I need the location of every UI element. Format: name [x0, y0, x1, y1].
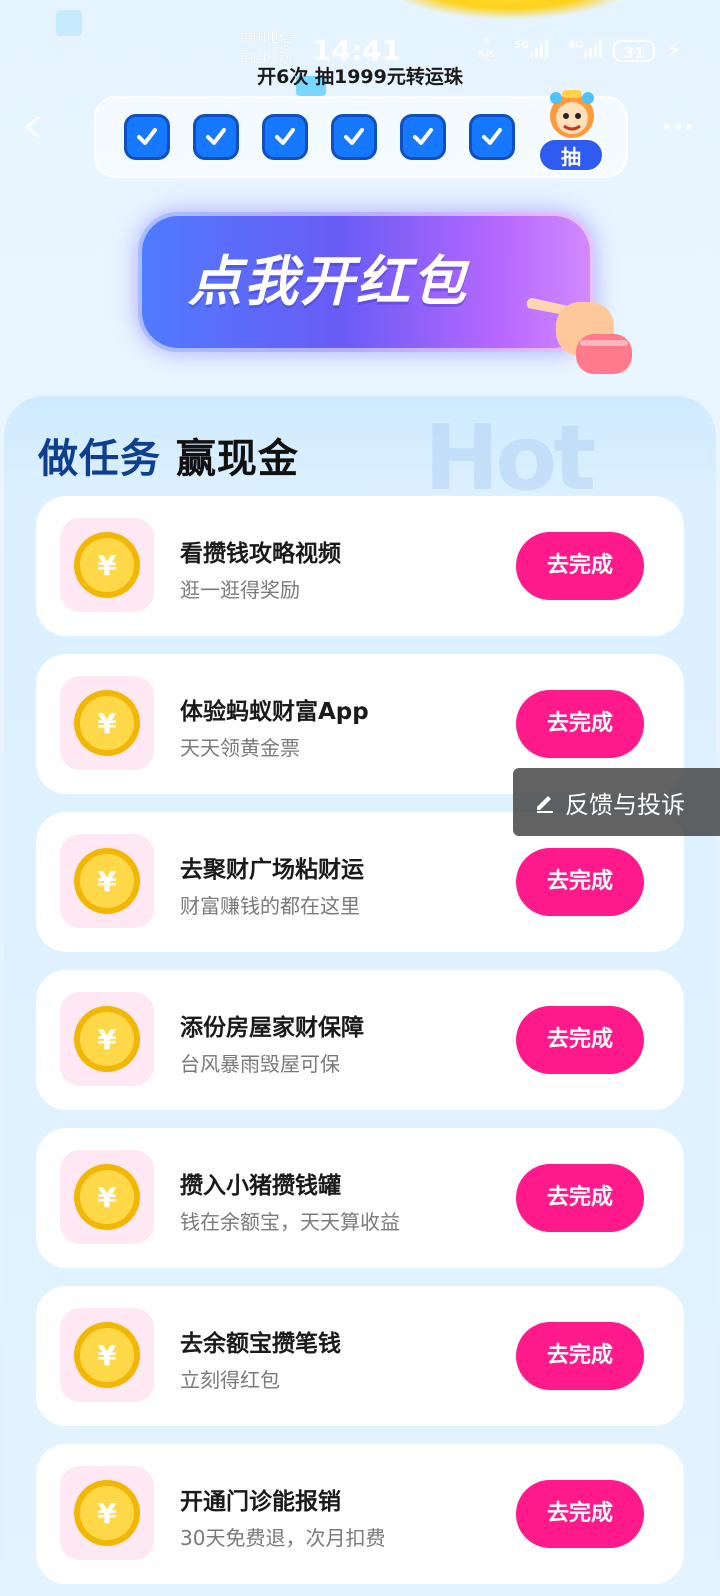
task-title: 去余额宝攒笔钱 — [180, 1331, 341, 1357]
open-red-packet-label: 点我开红包 — [188, 250, 468, 313]
task-icon-tile: ¥ — [60, 1150, 154, 1244]
edit-icon — [537, 796, 553, 813]
draw-progress-bar: 抽 — [94, 90, 628, 178]
progress-check-1 — [124, 114, 170, 160]
pointing-hand-icon — [526, 298, 632, 374]
task-title: 添份房屋家财保障 — [180, 1015, 364, 1041]
network-speed: 4 K/s — [478, 36, 495, 60]
network-speed-unit: K/s — [478, 47, 495, 60]
more-icon[interactable] — [664, 124, 692, 130]
coin-icon: ¥ — [74, 1164, 140, 1230]
complete-task-button[interactable]: 去完成 — [516, 848, 644, 916]
progress-check-5 — [400, 114, 446, 160]
svg-text:¥: ¥ — [97, 707, 117, 740]
draw-caption: 开6次 抽1999元转运珠 — [257, 66, 463, 88]
task-icon-tile: ¥ — [60, 518, 154, 612]
back-icon[interactable] — [22, 116, 44, 138]
task-panel: Hot 做任务 赢现金 ¥ 看攒钱攻略视频 逛一逛得奖励 去完成 ¥ 体验蚂蚁财… — [4, 396, 716, 1596]
coin-icon: ¥ — [74, 690, 140, 756]
task-title: 体验蚂蚁财富App — [180, 699, 369, 725]
task-title: 开通门诊能报销 — [180, 1489, 341, 1515]
task-subtitle: 钱在余额宝，天天算收益 — [180, 1210, 400, 1234]
task-icon-tile: ¥ — [60, 1466, 154, 1560]
task-icon-tile: ¥ — [60, 1308, 154, 1402]
svg-text:¥: ¥ — [97, 1023, 117, 1056]
coin-icon: ¥ — [74, 1480, 140, 1546]
check-icon — [344, 128, 364, 145]
task-card: ¥ 攒入小猪攒钱罐 钱在余额宝，天天算收益 去完成 — [36, 1128, 684, 1268]
complete-task-button[interactable]: 去完成 — [516, 1164, 644, 1232]
draw-button[interactable]: 抽 — [538, 138, 604, 172]
progress-check-3 — [262, 114, 308, 160]
task-card: ¥ 添份房屋家财保障 台风暴雨毁屋可保 去完成 — [36, 970, 684, 1110]
svg-text:¥: ¥ — [97, 1181, 117, 1214]
task-title: 去聚财广场粘财运 — [180, 857, 364, 883]
task-subtitle: 天天领黄金票 — [180, 736, 300, 760]
coin-icon: ¥ — [74, 1322, 140, 1388]
task-subtitle: 财富赚钱的都在这里 — [180, 894, 360, 918]
progress-checks — [124, 114, 515, 160]
complete-task-button[interactable]: 去完成 — [516, 1006, 644, 1074]
coin-icon: ¥ — [74, 848, 140, 914]
carrier-info: 中国电信 中国移动 — [240, 30, 293, 66]
task-subtitle: 30天免费退，次月扣费 — [180, 1526, 386, 1550]
signal-1-label: 5G — [514, 40, 530, 51]
check-icon — [275, 128, 295, 145]
progress-check-2 — [193, 114, 239, 160]
progress-check-6 — [469, 114, 515, 160]
task-subtitle: 逛一逛得奖励 — [180, 578, 300, 602]
task-icon-tile: ¥ — [60, 992, 154, 1086]
task-subtitle: 立刻得红包 — [180, 1368, 280, 1392]
progress-check-4 — [331, 114, 377, 160]
task-card: ¥ 去余额宝攒笔钱 立刻得红包 去完成 — [36, 1286, 684, 1426]
status-bar: 中国电信 中国移动 14:41 4 K/s 5G 4G 31 ⚡ — [0, 0, 720, 67]
panel-title-part-1: 做任务 — [38, 436, 161, 482]
complete-task-button[interactable]: 去完成 — [516, 1480, 644, 1548]
feedback-label: 反馈与投诉 — [565, 790, 685, 819]
mascot-icon — [550, 90, 594, 138]
task-subtitle: 台风暴雨毁屋可保 — [180, 1052, 340, 1076]
coin-icon: ¥ — [74, 1006, 140, 1072]
svg-text:¥: ¥ — [97, 1497, 117, 1530]
charging-icon: ⚡ — [666, 38, 682, 63]
signal-2-icon — [584, 40, 602, 58]
complete-task-button[interactable]: 去完成 — [516, 1322, 644, 1390]
task-icon-tile: ¥ — [60, 676, 154, 770]
svg-text:¥: ¥ — [97, 1339, 117, 1372]
svg-text:¥: ¥ — [97, 549, 117, 582]
battery-indicator: 31 — [613, 40, 655, 62]
panel-title-part-2: 赢现金 — [175, 436, 299, 482]
check-icon — [137, 128, 157, 145]
task-title: 看攒钱攻略视频 — [180, 541, 341, 567]
signal-1-icon — [530, 40, 548, 58]
task-card: ¥ 看攒钱攻略视频 逛一逛得奖励 去完成 — [36, 496, 684, 636]
coin-icon: ¥ — [74, 532, 140, 598]
check-icon — [206, 128, 226, 145]
complete-task-button[interactable]: 去完成 — [516, 532, 644, 600]
task-icon-tile: ¥ — [60, 834, 154, 928]
svg-text:¥: ¥ — [97, 865, 117, 898]
check-icon — [413, 128, 433, 145]
task-title: 攒入小猪攒钱罐 — [180, 1173, 341, 1199]
panel-title: 做任务 赢现金 — [38, 426, 299, 484]
feedback-button[interactable]: 反馈与投诉 — [513, 768, 720, 836]
carrier-line-1: 中国电信 — [240, 31, 293, 46]
check-icon — [482, 128, 502, 145]
signal-2-label: 4G — [568, 40, 584, 51]
task-card: ¥ 开通门诊能报销 30天免费退，次月扣费 去完成 — [36, 1444, 684, 1584]
complete-task-button[interactable]: 去完成 — [516, 690, 644, 758]
